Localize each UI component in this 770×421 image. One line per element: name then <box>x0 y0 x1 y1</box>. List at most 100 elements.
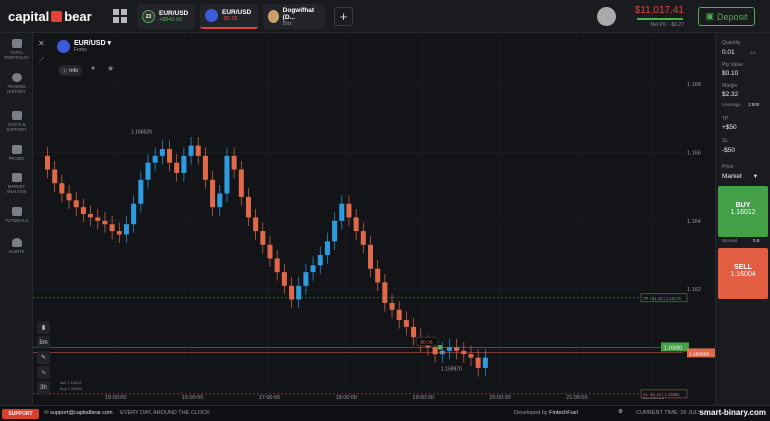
y-tick-label: 1.162 <box>687 287 701 293</box>
candle-body <box>367 244 374 269</box>
tab-value: Bitx <box>282 20 292 27</box>
candle-body <box>475 357 481 368</box>
timeframe-button[interactable]: 5m <box>37 336 50 349</box>
sell-button[interactable]: SELL 1.16004 <box>718 248 768 299</box>
candle-body <box>217 193 223 208</box>
candle-body <box>289 285 295 300</box>
sidebar-label: TOTAL PORTFOLIO <box>4 50 29 60</box>
asset-tab-3[interactable]: Dogwifhat (D... Bitx <box>263 4 325 29</box>
open-position-label: -$0.26 <box>419 339 433 345</box>
asset-category: Forex <box>74 47 87 53</box>
sidebar-item-chats[interactable]: CHATS & SUPPORT <box>0 111 33 132</box>
buy-price: 1.16012 <box>730 209 756 216</box>
period-button[interactable]: 3h <box>37 381 50 394</box>
candle-body <box>102 220 108 225</box>
tp-field[interactable]: +$50 <box>722 124 737 131</box>
x-tick-label: 17:00:00 <box>259 395 280 401</box>
slogan: EVERY DAY, AROUND THE CLOCK <box>120 410 210 416</box>
asset-tab-2[interactable]: EUR/USD -$0.26 <box>200 4 258 29</box>
candle-body <box>454 347 460 351</box>
alert-bell-icon[interactable]: ● <box>91 65 95 72</box>
candle-body <box>131 203 137 225</box>
support-email-row: ✉ support@capitalbear.com EVERY DAY, ARO… <box>44 410 210 416</box>
candle-body <box>267 244 273 259</box>
candle-body <box>482 357 488 368</box>
analysis-icon <box>11 173 22 182</box>
leverage-row: Leverage 1:500 <box>722 102 759 107</box>
tab-name: EUR/USD <box>222 9 252 16</box>
candle-body <box>260 231 266 245</box>
tp-label: TP +$1.42 | 1.16175 <box>643 296 682 301</box>
favorite-star-icon[interactable]: ★ <box>107 64 114 73</box>
brand-logo[interactable]: capital bear <box>8 9 92 24</box>
tab-value: +$840.00 <box>159 17 183 23</box>
eu-flag-icon <box>57 39 70 53</box>
support-email[interactable]: support@capitalbear.com <box>50 410 112 416</box>
candle-body <box>389 302 395 310</box>
price-type-value: Market <box>722 173 742 180</box>
chart-type-button[interactable]: ▮ <box>37 321 50 334</box>
asset-header[interactable]: EUR/USD ▾ Forex <box>57 39 111 53</box>
candle-body <box>274 258 280 273</box>
brand-name: capital <box>8 9 50 24</box>
sidebar-item-tutorials[interactable]: TUTORIALS <box>0 207 33 223</box>
y-tick-label: 1.164 <box>687 219 701 225</box>
candle-body <box>224 155 230 194</box>
info-button[interactable]: ⓘ Info <box>58 65 82 76</box>
candle-body <box>145 162 151 180</box>
candle-body <box>339 203 345 221</box>
price-label: Price <box>722 164 734 170</box>
chart-area[interactable]: 1.168 1.166 1.164 1.162 15:00:00 16:00:00 17:0… <box>33 33 715 405</box>
sl-label: SL -$1.34 | 1.15894 <box>643 392 680 397</box>
candle-body <box>88 214 94 218</box>
sidebar-label: TUTORIALS <box>4 218 29 223</box>
candle-body <box>152 155 158 163</box>
quantity-value: 0.01 <box>722 49 735 56</box>
ask-price-label: 1.160008 <box>689 351 709 357</box>
price-chart[interactable]: 1.168 1.166 1.164 1.162 15:00:00 16:00:00 17:0… <box>33 33 715 405</box>
gear-icon[interactable]: ⚙ <box>618 409 623 415</box>
chevron-down-icon: ▾ <box>753 173 757 180</box>
support-button[interactable]: SUPPORT <box>2 409 39 419</box>
trade-panel: Quantity 0.01 Lo Pip Value $0.10 Margin … <box>715 33 770 405</box>
candle-body <box>253 217 259 232</box>
entry-point-marker <box>437 344 443 350</box>
price-type-select[interactable]: Market ▾ <box>722 172 757 180</box>
sidebar-item-history[interactable]: TRADING HISTORY <box>0 73 33 94</box>
indicator-button[interactable]: ∿ <box>37 366 50 379</box>
balance-display[interactable]: $11,017.41 Net P/L: -$0.27 <box>632 5 684 28</box>
sidebar-item-alerts[interactable]: ALERTS <box>0 238 33 254</box>
draw-tool-button[interactable]: ✎ <box>37 351 50 364</box>
candle-body <box>403 320 409 327</box>
candle-body <box>396 309 402 321</box>
pin-icon[interactable]: ⟋ <box>39 57 44 65</box>
candle-body <box>174 162 180 173</box>
tab-value: -$0.26 <box>222 16 238 22</box>
close-icon[interactable]: ✕ <box>38 39 45 48</box>
margin-value: $2.32 <box>722 91 739 98</box>
candle-body <box>59 183 65 194</box>
sidebar-item-analysis[interactable]: MARKET ANALYSIS <box>0 173 33 194</box>
deposit-button[interactable]: ▣ Deposit <box>698 7 755 26</box>
x-tick-label: 15:00:00 <box>105 395 126 401</box>
x-tick-label: 20:00:00 <box>489 395 510 401</box>
candle-body <box>73 200 79 208</box>
apps-grid-icon[interactable] <box>113 9 127 23</box>
avatar[interactable] <box>597 7 616 26</box>
sl-field[interactable]: -$50 <box>722 147 735 154</box>
candle-body <box>167 149 173 163</box>
candle-body <box>202 155 208 180</box>
candle-body <box>360 231 366 245</box>
buy-button[interactable]: BUY 1.16012 <box>718 186 768 237</box>
sidebar-item-portfolio[interactable]: TOTAL PORTFOLIO <box>0 39 33 60</box>
sidebar-label: PROMO <box>8 156 25 161</box>
candle-body <box>324 241 330 256</box>
candle-body <box>446 347 452 351</box>
tab-name: Dogwifhat (D... <box>282 6 315 21</box>
sidebar-item-promo[interactable]: PROMO <box>0 145 33 161</box>
deposit-label: Deposit <box>717 11 748 22</box>
add-tab-button[interactable]: + <box>334 7 353 26</box>
quantity-field[interactable]: 0.01 Lo <box>722 49 755 56</box>
asset-tab-1[interactable]: 23 EUR/USD +$840.00 <box>137 4 195 29</box>
candle-body <box>238 169 244 197</box>
